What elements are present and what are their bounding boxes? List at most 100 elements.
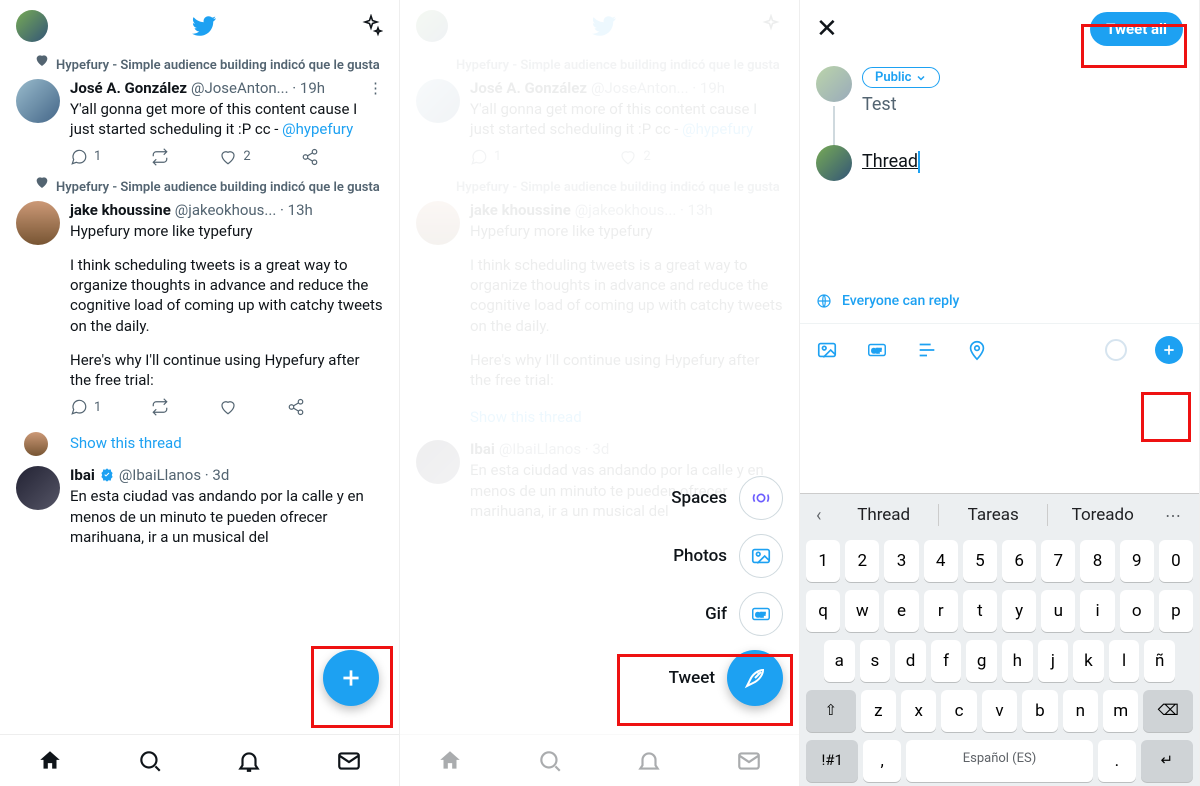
like-button[interactable]: [219, 398, 237, 416]
image-icon[interactable]: [816, 339, 838, 361]
key[interactable]: m: [1103, 690, 1138, 732]
symbols-key[interactable]: !#1: [806, 740, 858, 782]
comma-key[interactable]: ,: [863, 740, 900, 782]
key[interactable]: l: [1109, 640, 1140, 682]
key-row: !#1 , Español (ES) . ↵: [800, 736, 1199, 786]
highlight-box: [311, 646, 393, 728]
key[interactable]: q: [806, 590, 840, 632]
key[interactable]: 3: [884, 540, 918, 582]
share-button[interactable]: [301, 148, 319, 166]
key-row: qwertyuiop: [800, 586, 1199, 636]
key[interactable]: 1: [806, 540, 840, 582]
space-key[interactable]: Español (ES): [906, 740, 1093, 782]
avatar[interactable]: [16, 201, 60, 245]
key[interactable]: u: [1041, 590, 1075, 632]
retweet-button[interactable]: [151, 148, 169, 166]
key[interactable]: d: [895, 640, 926, 682]
key[interactable]: o: [1120, 590, 1154, 632]
like-button[interactable]: 2: [219, 148, 250, 166]
author-name[interactable]: Ibai: [70, 466, 95, 484]
key[interactable]: g: [966, 640, 997, 682]
key[interactable]: 2: [845, 540, 879, 582]
fab-option-gif[interactable]: Gif GIF: [705, 592, 783, 636]
avatar[interactable]: [16, 79, 60, 123]
poll-icon[interactable]: [916, 339, 938, 361]
audience-selector[interactable]: Public: [862, 67, 940, 88]
key[interactable]: x: [901, 690, 936, 732]
home-icon[interactable]: [37, 748, 63, 774]
location-icon[interactable]: [966, 339, 988, 361]
more-icon[interactable]: ⋮: [368, 79, 383, 97]
retweet-button[interactable]: [151, 398, 169, 416]
key[interactable]: c: [941, 690, 976, 732]
key[interactable]: 7: [1041, 540, 1075, 582]
period-key[interactable]: .: [1098, 740, 1135, 782]
reply-settings[interactable]: Everyone can reply: [800, 279, 1199, 324]
key[interactable]: 9: [1120, 540, 1154, 582]
avatar: [816, 145, 852, 181]
key[interactable]: h: [1002, 640, 1033, 682]
tweet-actions: 1: [70, 398, 383, 416]
compose-tweet-1[interactable]: Public Test: [816, 66, 1183, 115]
key[interactable]: 5: [963, 540, 997, 582]
author-name[interactable]: jake khoussine: [70, 201, 171, 219]
tweet-3[interactable]: Ibai @IbaiLlanos · 3d En esta ciudad vas…: [0, 462, 399, 555]
keyboard: ‹ Thread Tareas Toreado ⋯ 1234567890 qwe…: [800, 493, 1199, 786]
key[interactable]: z: [861, 690, 896, 732]
more-icon[interactable]: ⋯: [1157, 506, 1191, 525]
tweet-1[interactable]: José A. González @JoseAnton... · 19h ⋮ Y…: [0, 75, 399, 174]
key[interactable]: j: [1038, 640, 1069, 682]
fab-option-photos[interactable]: Photos: [673, 534, 783, 578]
mail-icon[interactable]: [336, 748, 362, 774]
shift-key[interactable]: ⇧: [806, 690, 856, 732]
enter-key[interactable]: ↵: [1141, 740, 1193, 782]
reply-button[interactable]: 1: [70, 148, 101, 166]
key[interactable]: v: [982, 690, 1017, 732]
key[interactable]: s: [860, 640, 891, 682]
tweet-text: Y'all gonna get more of this content cau…: [70, 99, 383, 140]
key[interactable]: a: [824, 640, 855, 682]
chevron-left-icon[interactable]: ‹: [808, 505, 829, 526]
key[interactable]: i: [1080, 590, 1114, 632]
key[interactable]: e: [884, 590, 918, 632]
suggestion[interactable]: Thread: [833, 505, 934, 525]
compose-tweet-2[interactable]: Thread: [816, 145, 1183, 181]
key[interactable]: n: [1063, 690, 1098, 732]
author-name[interactable]: José A. González: [70, 79, 187, 97]
author-handle: @jakeokhous... · 13h: [175, 201, 313, 219]
key[interactable]: 6: [1002, 540, 1036, 582]
suggestion[interactable]: Tareas: [943, 505, 1044, 525]
add-tweet-button[interactable]: [1155, 336, 1183, 364]
sparkle-icon[interactable]: [359, 14, 383, 38]
compose-text-active[interactable]: Thread: [862, 151, 920, 173]
key[interactable]: 4: [924, 540, 958, 582]
avatar[interactable]: [16, 466, 60, 510]
key[interactable]: t: [963, 590, 997, 632]
key[interactable]: 0: [1159, 540, 1193, 582]
key[interactable]: 8: [1080, 540, 1114, 582]
key[interactable]: b: [1022, 690, 1057, 732]
share-button[interactable]: [287, 398, 305, 416]
photos-icon: [739, 534, 783, 578]
key[interactable]: r: [924, 590, 958, 632]
compose-toolbar: GIF: [800, 324, 1199, 376]
close-icon[interactable]: ✕: [816, 14, 838, 44]
reply-button[interactable]: 1: [70, 398, 101, 416]
key[interactable]: ñ: [1144, 640, 1175, 682]
key[interactable]: w: [845, 590, 879, 632]
key[interactable]: y: [1002, 590, 1036, 632]
key[interactable]: p: [1159, 590, 1193, 632]
search-icon[interactable]: [137, 748, 163, 774]
tweet-2[interactable]: jake khoussine @jakeokhous... · 13h Hype…: [0, 197, 399, 425]
suggestion[interactable]: Toreado: [1052, 505, 1153, 525]
gif-icon[interactable]: GIF: [866, 339, 888, 361]
show-thread-link[interactable]: Show this thread: [0, 424, 399, 462]
key[interactable]: k: [1073, 640, 1104, 682]
heart-icon: [34, 52, 50, 68]
bell-icon[interactable]: [236, 748, 262, 774]
key-row: asdfghjklñ: [800, 636, 1199, 686]
key[interactable]: f: [931, 640, 962, 682]
backspace-key[interactable]: ⌫: [1143, 690, 1193, 732]
profile-avatar[interactable]: [16, 10, 48, 42]
highlight-box: [1141, 392, 1191, 442]
